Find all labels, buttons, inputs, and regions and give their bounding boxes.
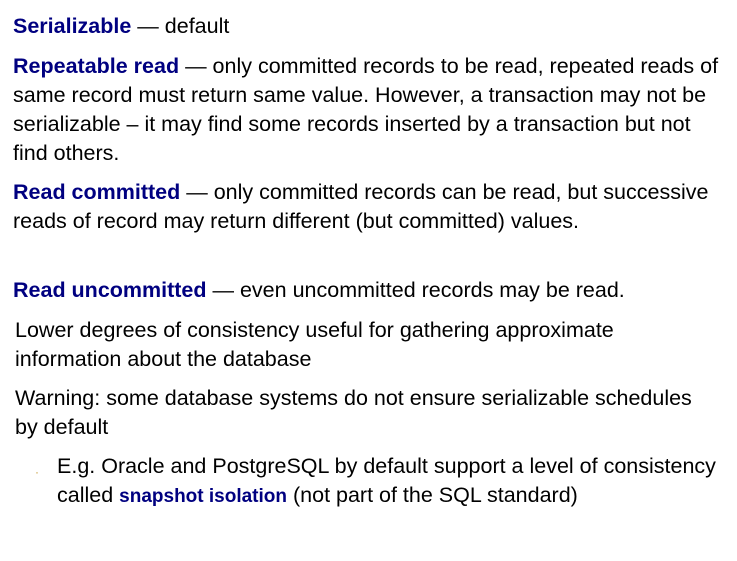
level-term: Read committed [13,180,181,204]
sub-bullet-example: E.g. Oracle and PostgreSQL by default su… [57,452,717,511]
level-repeatable-read: Repeatable read — only committed records… [13,52,728,168]
slide-page: Serializable — default Repeatable read —… [0,0,737,561]
level-description: — even uncommitted records may be read. [206,278,625,302]
level-read-committed: Read committed — only committed records … [13,178,728,236]
bullet-dot-icon: · [35,465,39,479]
sub-bullet-text: (not part of the SQL standard) [287,483,578,507]
note-warning: Warning: some database systems do not en… [15,386,692,439]
note-lower-consistency: Lower degrees of consistency useful for … [15,318,614,371]
level-read-uncommitted: Read uncommitted — even uncommitted reco… [13,276,728,305]
snapshot-isolation-term: snapshot isolation [119,486,288,507]
level-term: Repeatable read [13,54,180,78]
level-term: Read uncommitted [13,278,207,302]
level-serializable: Serializable — default [13,12,728,41]
level-description: — default [131,14,230,38]
level-term: Serializable [13,14,132,38]
